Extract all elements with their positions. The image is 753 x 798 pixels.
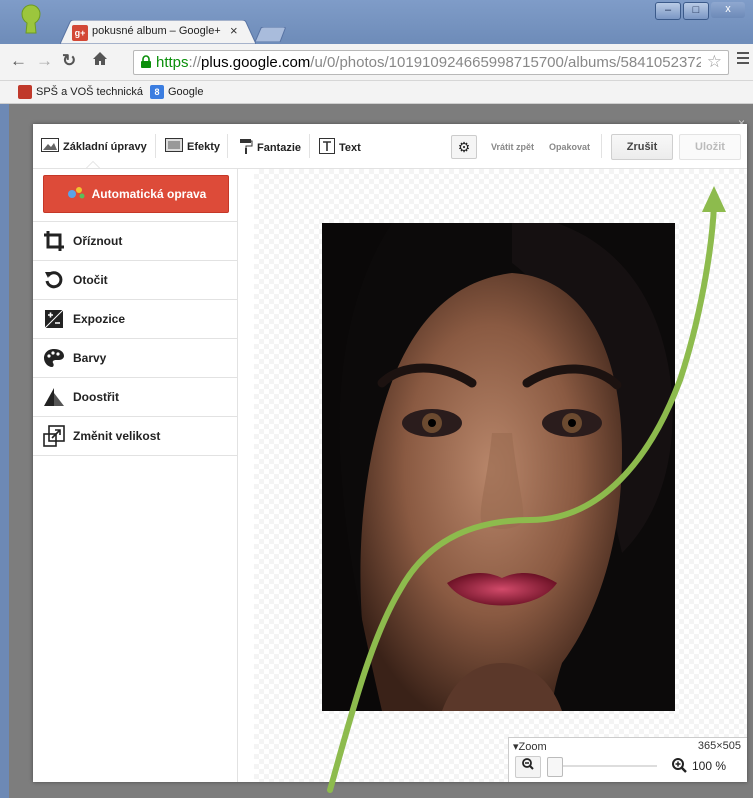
window-close-button[interactable]: x — [711, 2, 745, 18]
tools-sidebar: Automatická oprava Oříznout Otočit Expoz… — [33, 169, 238, 782]
profile-avatar-icon[interactable] — [20, 4, 42, 34]
back-arrow-icon[interactable]: ← — [10, 51, 27, 71]
slider-track — [547, 765, 657, 767]
tab-close-icon[interactable]: × — [230, 23, 238, 38]
tab-title: pokusné album – Google+ — [92, 25, 221, 37]
crop-icon — [43, 230, 65, 252]
exposure-icon — [43, 308, 65, 330]
browser-tab[interactable]: g+ pokusné album – Google+ × — [60, 20, 256, 44]
url-host: plus.google.com — [201, 54, 311, 71]
auto-fix-button[interactable]: Automatická oprava — [43, 175, 229, 213]
tab-label: Text — [339, 141, 361, 154]
photo-canvas — [254, 169, 747, 782]
sparkle-icon — [66, 186, 86, 203]
tool-sharpen[interactable]: Doostřit — [33, 377, 237, 416]
forward-arrow-icon[interactable]: → — [36, 51, 53, 71]
tool-label: Změnit velikost — [73, 429, 161, 443]
undo-button[interactable]: Vrátit zpět — [491, 142, 534, 152]
tab-text[interactable]: Text — [319, 138, 361, 157]
slider-thumb[interactable] — [547, 757, 563, 777]
rotate-icon — [43, 269, 65, 291]
tool-label: Doostřit — [73, 390, 119, 404]
bookmarks-bar: SPŠ a VOŠ technická 8 Google — [0, 81, 753, 104]
bookmark-label: Google — [168, 86, 204, 98]
divider — [309, 134, 310, 158]
tool-exposure[interactable]: Expozice — [33, 299, 237, 338]
tab-label: Efekty — [187, 140, 221, 153]
bookmark-item-school[interactable]: SPŠ a VOŠ technická — [18, 85, 143, 99]
reload-icon[interactable]: ↻ — [62, 51, 76, 71]
address-bar[interactable]: https://plus.google.com/u/0/photos/10191… — [133, 50, 729, 75]
zoom-in-button[interactable]: 100 % — [670, 756, 740, 776]
tool-crop[interactable]: Oříznout — [33, 221, 237, 260]
text-box-icon — [319, 138, 335, 157]
editor-toolbar: Základní úpravy Efekty Fantazie Text ⚙ V… — [33, 124, 747, 169]
zoom-percent: 100 % — [692, 759, 727, 773]
tool-label: Barvy — [73, 351, 107, 365]
gear-icon[interactable]: ⚙ — [451, 135, 477, 159]
active-tab-indicator — [86, 161, 100, 168]
divider — [155, 134, 156, 158]
url-text: https://plus.google.com/u/0/photos/10191… — [156, 54, 701, 71]
tool-resize[interactable]: Změnit velikost — [33, 416, 237, 456]
bookmark-item-google[interactable]: 8 Google — [150, 85, 203, 99]
tab-effects[interactable]: Efekty — [165, 138, 220, 155]
home-icon[interactable] — [92, 51, 108, 71]
bookmark-label: SPŠ a VOŠ technická — [36, 86, 143, 98]
title-bar: g+ pokusné album – Google+ × – □ x — [0, 0, 753, 44]
divider — [601, 134, 602, 158]
zoom-out-icon[interactable] — [515, 756, 541, 778]
zoom-in-icon — [670, 756, 690, 776]
window-controls: – □ x — [653, 2, 745, 22]
chrome-menu-icon[interactable] — [737, 52, 749, 64]
tool-label: Oříznout — [73, 234, 123, 248]
minimize-button[interactable]: – — [655, 2, 681, 20]
cancel-button[interactable]: Zrušit — [611, 134, 673, 160]
tool-rotate[interactable]: Otočit — [33, 260, 237, 299]
lock-icon — [140, 55, 152, 72]
bookmark-star-icon[interactable]: ☆ — [707, 52, 722, 72]
google-plus-favicon-icon: g+ — [72, 25, 88, 41]
redo-button[interactable]: Opakovat — [549, 142, 590, 152]
url-separator: :// — [188, 54, 202, 71]
photo-image[interactable] — [322, 223, 675, 711]
tab-basic-edits[interactable]: Základní úpravy — [41, 138, 147, 155]
zoom-toggle[interactable]: ▾Zoom — [513, 740, 547, 753]
zoom-slider[interactable] — [547, 756, 657, 777]
image-dimensions: 365×505 — [697, 740, 741, 752]
maximize-button[interactable]: □ — [683, 2, 709, 20]
url-path: /u/0/photos/101910924665998715700/albums… — [310, 54, 701, 71]
google-logo-icon: 8 — [150, 85, 164, 99]
auto-fix-label: Automatická oprava — [91, 187, 207, 201]
divider — [227, 134, 228, 158]
tool-label: Expozice — [73, 312, 126, 326]
paint-roller-icon — [239, 138, 253, 157]
window-border — [0, 104, 9, 798]
photo-editor: Základní úpravy Efekty Fantazie Text ⚙ V… — [33, 124, 747, 782]
tool-colors[interactable]: Barvy — [33, 338, 237, 377]
url-scheme: https — [156, 54, 189, 71]
tab-fantasy[interactable]: Fantazie — [239, 138, 301, 157]
effects-frame-icon — [165, 138, 183, 155]
tool-label: Otočit — [73, 273, 108, 287]
resize-icon — [43, 425, 65, 447]
tab-label: Základní úpravy — [63, 140, 147, 153]
new-tab-button[interactable] — [254, 26, 287, 43]
landscape-frame-icon — [41, 138, 59, 155]
palette-icon — [43, 347, 65, 369]
tool-list: Oříznout Otočit Expozice Barvy Doostřit … — [33, 221, 237, 456]
tab-label: Fantazie — [257, 141, 302, 154]
browser-toolbar: ← → ↻ https://plus.google.com/u/0/photos… — [0, 44, 753, 81]
save-button[interactable]: Uložit — [679, 134, 741, 160]
zoom-panel: ▾Zoom 365×505 100 % — [508, 737, 747, 782]
sharpen-icon — [43, 386, 65, 408]
school-logo-icon — [18, 85, 32, 99]
